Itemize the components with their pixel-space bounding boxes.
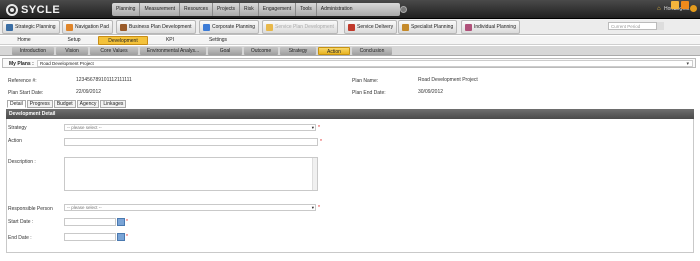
power-icon[interactable] bbox=[690, 5, 697, 12]
subtab-progress[interactable]: Progress bbox=[26, 100, 53, 108]
nav-engagement[interactable]: Engagement bbox=[259, 3, 297, 16]
strategy-select[interactable]: -- please select -- ▾ bbox=[64, 124, 316, 131]
top-bar: SYCLE Planning Measurement Resources Pro… bbox=[0, 0, 700, 19]
tab-setup[interactable]: Setup bbox=[56, 36, 92, 45]
required-marker: * bbox=[126, 234, 128, 240]
main-nav: Planning Measurement Resources Projects … bbox=[112, 3, 400, 16]
nav-projects[interactable]: Projects bbox=[213, 3, 241, 16]
sycle-logo-icon bbox=[6, 3, 18, 16]
start-date-label: Start Date : bbox=[8, 219, 34, 225]
print-icon[interactable] bbox=[671, 1, 679, 9]
chevron-down-icon: ▾ bbox=[311, 205, 314, 210]
service-plan-icon bbox=[266, 23, 273, 31]
end-date-input[interactable] bbox=[64, 233, 116, 241]
plan-name-label: Plan Name: bbox=[352, 78, 379, 84]
my-plans-bar: My Plans : Road Development Project ▾ bbox=[2, 58, 696, 68]
primary-tabs: Home Setup Development KPI Settings bbox=[0, 36, 700, 45]
nav-planning[interactable]: Planning bbox=[112, 3, 141, 16]
tab-environmental-analysis[interactable]: Environmental Analys... bbox=[140, 47, 206, 55]
calendar-icon[interactable] bbox=[117, 218, 125, 226]
strategic-planning-icon bbox=[6, 23, 13, 31]
corporate-planning-icon bbox=[203, 23, 210, 31]
business-plan-icon bbox=[120, 23, 127, 31]
plan-start-date-value: 22/09/2012 bbox=[76, 89, 102, 95]
add-icon[interactable] bbox=[681, 1, 689, 9]
subtab-budget[interactable]: Budget bbox=[53, 100, 76, 108]
plan-end-date-label: Plan End Date: bbox=[352, 90, 386, 96]
service-delivery-icon bbox=[348, 23, 355, 31]
module-service-delivery[interactable]: Service Delivery bbox=[344, 20, 398, 34]
my-plans-select[interactable]: Road Development Project ▾ bbox=[37, 60, 693, 67]
tab-goal[interactable]: Goal bbox=[208, 47, 242, 55]
specialist-planning-icon bbox=[402, 23, 409, 31]
tab-core-values[interactable]: Core Values bbox=[90, 47, 138, 55]
plan-start-date-label: Plan Start Date: bbox=[8, 90, 44, 96]
module-service-plan-development: Service Plan Development bbox=[262, 20, 338, 34]
required-marker: * bbox=[318, 205, 320, 211]
tab-vision[interactable]: Vision bbox=[56, 47, 88, 55]
reference-value: 123456789101112111111 bbox=[76, 77, 132, 83]
panel-header: Development Detail bbox=[6, 109, 694, 119]
description-textarea[interactable] bbox=[64, 157, 318, 191]
home-icon[interactable]: ⌂ bbox=[657, 6, 663, 12]
panel-title: Development Detail bbox=[9, 111, 56, 117]
module-bar: Strategic Planning Navigation Pad Busine… bbox=[0, 19, 700, 35]
tab-action[interactable]: Action bbox=[318, 47, 350, 55]
module-corporate-planning[interactable]: Corporate Planning bbox=[199, 20, 260, 34]
module-business-plan-development[interactable]: Business Plan Development bbox=[116, 20, 196, 34]
module-navigation-pad[interactable]: Navigation Pad bbox=[62, 20, 113, 34]
logo-text: SYCLE bbox=[21, 3, 61, 16]
calendar-icon[interactable] bbox=[117, 233, 125, 241]
module-specialist-planning[interactable]: Specialist Planning bbox=[398, 20, 458, 34]
my-plans-label: My Plans : bbox=[9, 61, 34, 67]
navigation-pad-icon bbox=[66, 23, 73, 31]
subtab-detail[interactable]: Detail bbox=[7, 100, 26, 108]
module-individual-planning[interactable]: Individual Planning bbox=[461, 20, 520, 34]
tab-development[interactable]: Development bbox=[98, 36, 148, 45]
tab-home[interactable]: Home bbox=[6, 36, 42, 45]
action-label: Action bbox=[8, 138, 22, 144]
nav-tools[interactable]: Tools bbox=[296, 3, 317, 16]
reference-label: Reference #: bbox=[8, 78, 37, 84]
tab-outcome[interactable]: Outcome bbox=[244, 47, 278, 55]
individual-planning-icon bbox=[465, 23, 472, 31]
nav-measurement[interactable]: Measurement bbox=[140, 3, 181, 16]
chevron-down-icon: ▾ bbox=[686, 61, 689, 67]
required-marker: * bbox=[126, 219, 128, 225]
period-dropdown-button[interactable] bbox=[656, 22, 664, 30]
required-marker: * bbox=[320, 139, 322, 145]
start-date-input[interactable] bbox=[64, 218, 116, 226]
nav-administration[interactable]: Administration bbox=[317, 3, 357, 16]
tab-settings[interactable]: Settings bbox=[200, 36, 236, 45]
tab-conclusion[interactable]: Conclusion bbox=[352, 47, 392, 55]
secondary-tabs: Introduction Vision Core Values Environm… bbox=[0, 46, 700, 56]
tab-kpi[interactable]: KPI bbox=[152, 36, 188, 45]
subtab-linkages[interactable]: Linkages bbox=[100, 100, 127, 108]
strategy-label: Strategy bbox=[8, 125, 27, 131]
logo: SYCLE bbox=[6, 2, 60, 17]
plan-end-date-value: 30/09/2012 bbox=[418, 89, 444, 95]
responsible-person-label: Responsible Person bbox=[8, 206, 53, 212]
end-date-label: End Date : bbox=[8, 235, 32, 241]
action-input[interactable] bbox=[64, 138, 318, 146]
tab-introduction[interactable]: Introduction bbox=[12, 47, 54, 55]
required-marker: * bbox=[318, 125, 320, 131]
responsible-person-select[interactable]: -- please select -- ▾ bbox=[64, 204, 316, 211]
description-label: Description : bbox=[8, 159, 36, 165]
textarea-scrollbar[interactable] bbox=[312, 158, 317, 190]
detail-subtabs: Detail Progress Budget Agency Linkages bbox=[7, 100, 127, 108]
subtab-agency[interactable]: Agency bbox=[76, 100, 100, 108]
nav-resources[interactable]: Resources bbox=[180, 3, 213, 16]
tab-strategy[interactable]: Strategy bbox=[280, 47, 316, 55]
nav-risk[interactable]: Risk bbox=[240, 3, 259, 16]
nav-more-icon[interactable] bbox=[400, 6, 407, 13]
plan-name-value: Road Development Project bbox=[418, 77, 478, 83]
chevron-down-icon: ▾ bbox=[311, 125, 314, 130]
module-strategic-planning[interactable]: Strategic Planning bbox=[2, 20, 60, 34]
